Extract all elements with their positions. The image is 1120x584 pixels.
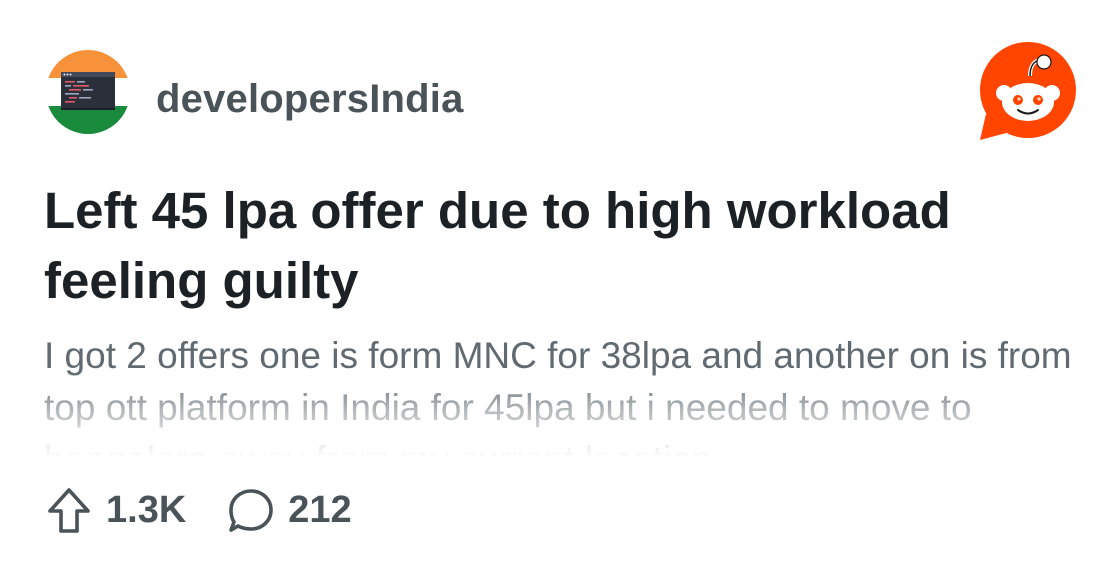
post-body-preview: I got 2 offers one is form MNC for 38lpa… <box>44 335 1072 460</box>
reddit-logo[interactable] <box>976 40 1080 144</box>
comment-count: 212 <box>288 489 352 531</box>
india-flag-code-icon <box>46 50 130 134</box>
upvote-arrow-icon <box>48 488 90 533</box>
subreddit-name[interactable]: developersIndia <box>156 76 464 122</box>
upvote-count: 1.3K <box>106 489 187 531</box>
comment-bubble-icon <box>229 489 274 532</box>
post-stats: 1.3K 212 <box>44 484 352 536</box>
subreddit-avatar[interactable] <box>46 50 130 134</box>
reddit-snoo-icon <box>980 42 1076 140</box>
post-title[interactable]: Left 45 lpa offer due to high workload f… <box>44 176 1084 316</box>
comments-button[interactable]: 212 <box>226 484 352 536</box>
post-card[interactable]: developersIndia Left 45 lpa offer due to… <box>0 0 1120 584</box>
upvote-button[interactable]: 1.3K <box>44 484 186 536</box>
